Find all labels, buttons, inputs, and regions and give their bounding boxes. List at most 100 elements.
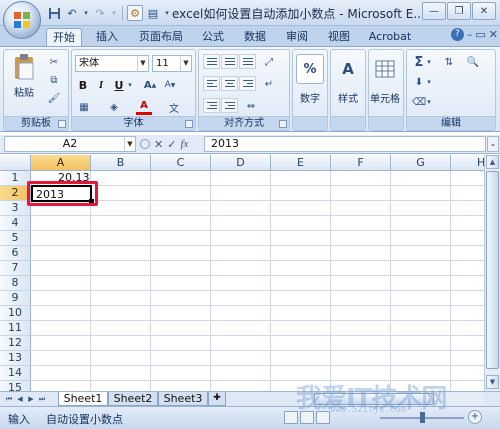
column-header-a[interactable]: A <box>31 155 91 171</box>
row-header-4[interactable]: 4 <box>0 216 31 231</box>
column-header-f[interactable]: F <box>331 155 391 171</box>
horizontal-scroll-thumb[interactable] <box>314 393 434 405</box>
wrap-text-icon[interactable]: ↵ <box>261 76 277 92</box>
phonetic-icon[interactable]: 文 <box>166 99 182 115</box>
increase-font-icon[interactable]: A ▲ <box>142 77 158 93</box>
column-header-d[interactable]: D <box>211 155 271 171</box>
tab-acrobat[interactable]: Acrobat <box>364 28 416 46</box>
align-left-icon[interactable] <box>203 76 220 91</box>
column-header-h[interactable]: H <box>451 155 484 171</box>
align-bottom-icon[interactable] <box>239 54 256 69</box>
confirm-entry-icon[interactable]: ✓ <box>167 138 176 151</box>
close-button[interactable]: ✕ <box>472 2 496 20</box>
print-preview-icon[interactable]: ▤ <box>145 5 161 21</box>
zoom-in-icon[interactable]: + <box>468 410 482 424</box>
custom-macro-icon[interactable]: ⚙ <box>127 5 143 21</box>
row-header-6[interactable]: 6 <box>0 246 31 261</box>
page-break-view-icon[interactable] <box>316 411 330 424</box>
cancel-entry-icon[interactable]: ✕ <box>154 138 163 151</box>
office-button[interactable] <box>3 1 41 39</box>
align-center-icon[interactable] <box>221 76 238 91</box>
horizontal-scrollbar[interactable] <box>300 393 484 405</box>
underline-dropdown-icon[interactable]: ▾ <box>126 77 134 93</box>
tab-formulas[interactable]: 公式 <box>198 28 228 46</box>
chevron-down-icon[interactable]: ▼ <box>124 137 135 151</box>
row-header-12[interactable]: 12 <box>0 336 31 351</box>
find-select-icon[interactable]: 🔍 <box>465 54 481 70</box>
last-sheet-icon[interactable]: ⏭ <box>37 393 47 405</box>
redo-icon[interactable]: ↷ <box>92 5 108 21</box>
sheet-tab-sheet2[interactable]: Sheet2 <box>108 392 158 406</box>
restore-button[interactable]: ❐ <box>447 2 471 20</box>
merge-center-icon[interactable]: ⇔ <box>243 98 259 114</box>
paste-button[interactable]: 粘贴 <box>10 52 38 99</box>
bold-button[interactable]: B <box>76 77 90 93</box>
align-top-icon[interactable] <box>203 54 220 69</box>
row-header-11[interactable]: 11 <box>0 321 31 336</box>
status-macro-button[interactable]: 自动设置小数点 <box>46 411 123 427</box>
formula-input[interactable]: 2013 <box>204 136 486 152</box>
tab-home[interactable]: 开始 <box>46 28 82 46</box>
minimize-button[interactable]: — <box>422 2 446 20</box>
decrease-indent-icon[interactable] <box>203 98 220 113</box>
scroll-down-icon[interactable]: ▼ <box>486 375 499 389</box>
row-header-7[interactable]: 7 <box>0 261 31 276</box>
zoom-slider-knob[interactable] <box>420 412 425 423</box>
fill-dropdown-icon[interactable]: ▾ <box>425 74 433 90</box>
formula-bar-handle-icon[interactable] <box>140 139 150 149</box>
alignment-launcher-icon[interactable] <box>279 120 287 128</box>
ribbon-minimize-icon[interactable]: – <box>467 28 473 41</box>
tab-view[interactable]: 视图 <box>324 28 354 46</box>
tab-review[interactable]: 审阅 <box>282 28 312 46</box>
sheet-tab-sheet1[interactable]: Sheet1 <box>58 392 108 406</box>
format-painter-icon[interactable]: 🖌 <box>46 90 62 106</box>
align-middle-icon[interactable] <box>221 54 238 69</box>
undo-dropdown-icon[interactable]: ▾ <box>82 5 90 21</box>
help-icon[interactable]: ? <box>450 28 464 41</box>
sheet-tab-sheet3[interactable]: Sheet3 <box>158 392 208 406</box>
cells-button[interactable]: 单元格 <box>370 54 400 105</box>
copy-icon[interactable]: ⧉ <box>46 72 62 88</box>
vertical-scrollbar[interactable]: ▲ ▼ <box>484 155 500 391</box>
fill-color-icon[interactable]: ◈ <box>106 99 122 115</box>
column-header-b[interactable]: B <box>91 155 151 171</box>
tab-data[interactable]: 数据 <box>240 28 270 46</box>
save-icon[interactable] <box>46 5 62 21</box>
number-format-button[interactable]: % 数字 <box>296 54 324 105</box>
cut-icon[interactable]: ✂ <box>46 54 62 70</box>
styles-button[interactable]: A 样式 <box>334 54 362 105</box>
row-header-10[interactable]: 10 <box>0 306 31 321</box>
underline-button[interactable]: U <box>112 77 126 93</box>
borders-icon[interactable]: ▦ <box>76 99 92 115</box>
worksheet-grid[interactable]: A B C D E F G H 1 2 3 4 5 6 7 8 9 10 11 … <box>0 155 484 391</box>
row-header-9[interactable]: 9 <box>0 291 31 306</box>
row-header-5[interactable]: 5 <box>0 231 31 246</box>
zoom-slider[interactable] <box>380 412 464 423</box>
row-header-15[interactable]: 15 <box>0 381 31 391</box>
clear-dropdown-icon[interactable]: ▾ <box>425 94 433 110</box>
prev-sheet-icon[interactable]: ◀ <box>15 393 25 405</box>
decrease-font-icon[interactable]: A ▼ <box>162 77 178 93</box>
undo-icon[interactable]: ↶ <box>64 5 80 21</box>
ribbon-close-icon[interactable]: ✕ <box>489 28 498 41</box>
font-size-dropdown[interactable]: 11 ▼ <box>152 55 192 72</box>
column-header-g[interactable]: G <box>391 155 451 171</box>
redo-dropdown-icon[interactable]: ▾ <box>110 5 118 21</box>
clipboard-launcher-icon[interactable] <box>58 120 66 128</box>
row-header-14[interactable]: 14 <box>0 366 31 381</box>
align-right-icon[interactable] <box>239 76 256 91</box>
insert-function-icon[interactable]: fx <box>180 138 188 150</box>
name-box[interactable]: A2 ▼ <box>4 136 136 152</box>
autosum-dropdown-icon[interactable]: ▾ <box>425 54 433 70</box>
scroll-up-icon[interactable]: ▲ <box>486 155 499 169</box>
row-header-8[interactable]: 8 <box>0 276 31 291</box>
next-sheet-icon[interactable]: ▶ <box>26 393 36 405</box>
ribbon-restore-icon[interactable]: ▭ <box>475 28 485 41</box>
orientation-icon[interactable]: ⤢ <box>261 54 277 70</box>
tab-page-layout[interactable]: 页面布局 <box>134 28 188 46</box>
first-sheet-icon[interactable]: ⏮ <box>4 393 14 405</box>
vertical-scroll-thumb[interactable] <box>486 171 499 369</box>
font-name-dropdown[interactable]: 宋体 ▼ <box>75 55 149 72</box>
select-all-corner[interactable] <box>0 155 31 171</box>
column-header-c[interactable]: C <box>151 155 211 171</box>
